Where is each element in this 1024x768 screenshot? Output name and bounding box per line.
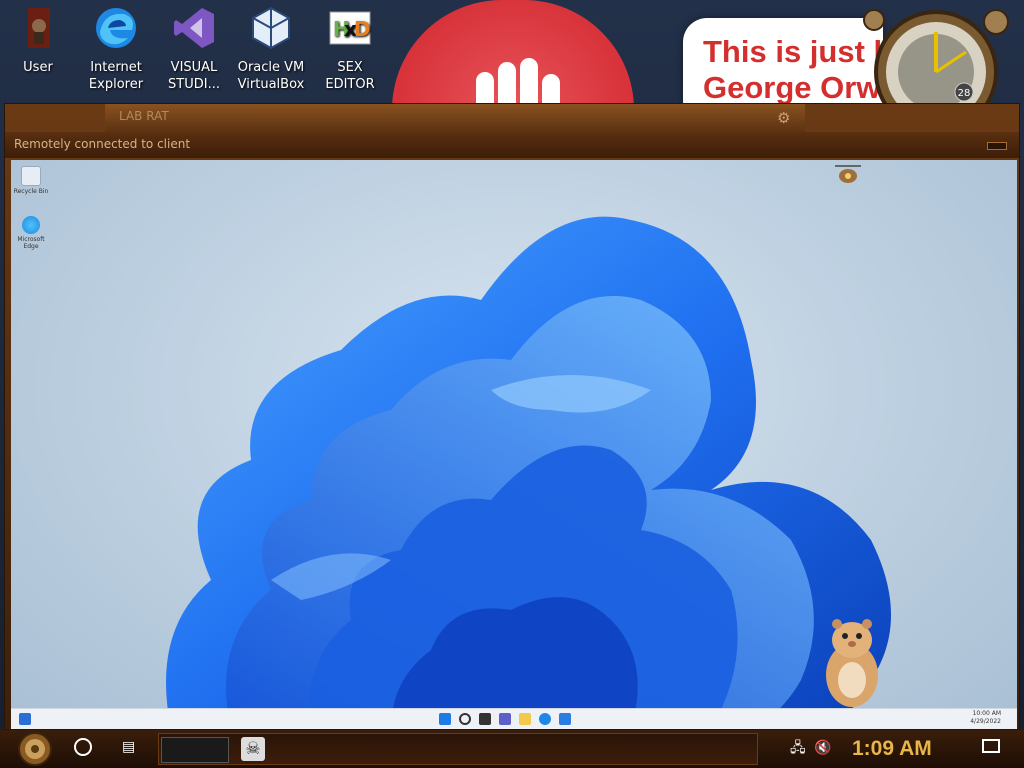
recycle-bin-icon [21,166,41,186]
desktop-icon-user[interactable]: User [2,6,74,76]
remote-search-icon[interactable] [459,713,471,725]
desktop-icon-virtualbox[interactable]: Oracle VM VirtualBox [235,6,307,93]
desktop-icon-label: SEX EDITOR [325,60,375,92]
remote-edge-icon[interactable] [539,713,551,725]
taskbar-app-area: ☠ [158,733,758,765]
remote-widgets-icon[interactable] [19,713,31,725]
visual-studio-icon [174,8,214,48]
skull-app-icon[interactable]: ☠ [241,737,265,761]
remote-desktop-icon-edge[interactable]: Microsoft Edge [13,216,49,250]
remote-start-icon[interactable] [439,713,451,725]
desktop-icon-label: Oracle VM VirtualBox [237,60,305,92]
remote-desktop-view[interactable]: Recycle Bin Microsoft Edge 10:00 AM 4/29… [11,160,1017,729]
desktop-icon-internet-explorer[interactable]: Internet Explorer [80,6,152,93]
clock-date: 28 [958,88,971,99]
hex-editor-icon: H x D [329,11,371,45]
remote-date: 4/29/2022 [970,718,1001,725]
remote-desktop-icon-recycle-bin[interactable]: Recycle Bin [13,166,49,195]
connection-status: Remotely connected to client [14,137,191,151]
cursor-mascot-icon [835,165,861,183]
edge-icon [22,216,40,234]
remote-file-explorer-icon[interactable] [519,713,531,725]
remote-task-view-icon[interactable] [479,713,491,725]
taskbar-clock[interactable]: 1:09 AM [852,735,932,763]
minimize-button[interactable] [987,142,1007,150]
rat-titlebar[interactable]: LAB RAT ⚙ [105,104,805,132]
cortana-circle-icon[interactable] [74,738,92,756]
red-gauge-widget [392,0,634,110]
virtualbox-icon [252,6,290,50]
remote-clock[interactable]: 10:00 AM 4/29/2022 [970,710,1001,726]
rat-window: LAB RAT ⚙ Remotely connected to client R… [4,103,1020,730]
rat-window-title: LAB RAT [119,109,169,123]
network-icon[interactable]: 🖧 [790,740,806,756]
rat-status-bar: Remotely connected to client [5,132,1019,158]
desktop-icon-label: User [23,60,53,75]
task-view-icon[interactable]: ▤ [122,740,138,754]
taskbar-slot[interactable] [161,737,229,763]
remote-chat-icon[interactable] [499,713,511,725]
edge-icon [96,8,136,48]
notification-icon[interactable] [982,739,1000,753]
desktop-icon-hex-editor[interactable]: H x D SEX EDITOR [314,6,386,93]
volume-muted-icon[interactable]: 🔇 [814,740,831,756]
gear-icon[interactable]: ⚙ [777,110,793,126]
remote-store-icon[interactable] [559,713,571,725]
remote-time: 10:00 AM [972,710,1001,717]
svg-text:D: D [354,17,371,41]
host-taskbar: ▤ ☠ 🖧 🔇 1:09 AM [0,730,1024,768]
remote-icon-label: Recycle Bin [13,188,49,195]
remote-taskbar: 10:00 AM 4/29/2022 [11,708,1017,729]
desktop-icon-label: Internet Explorer [88,60,144,92]
remote-icon-label: Microsoft Edge [17,236,45,250]
user-folder-icon [28,8,50,48]
hamster-sticker [826,619,878,707]
desktop: User Internet Explorer VISUAL STUDI... O… [0,0,1024,768]
desktop-icon-label: VISUAL STUDI... [168,60,220,92]
desktop-icon-visual-studio[interactable]: VISUAL STUDI... [158,6,230,93]
start-orb-icon[interactable] [12,732,58,766]
